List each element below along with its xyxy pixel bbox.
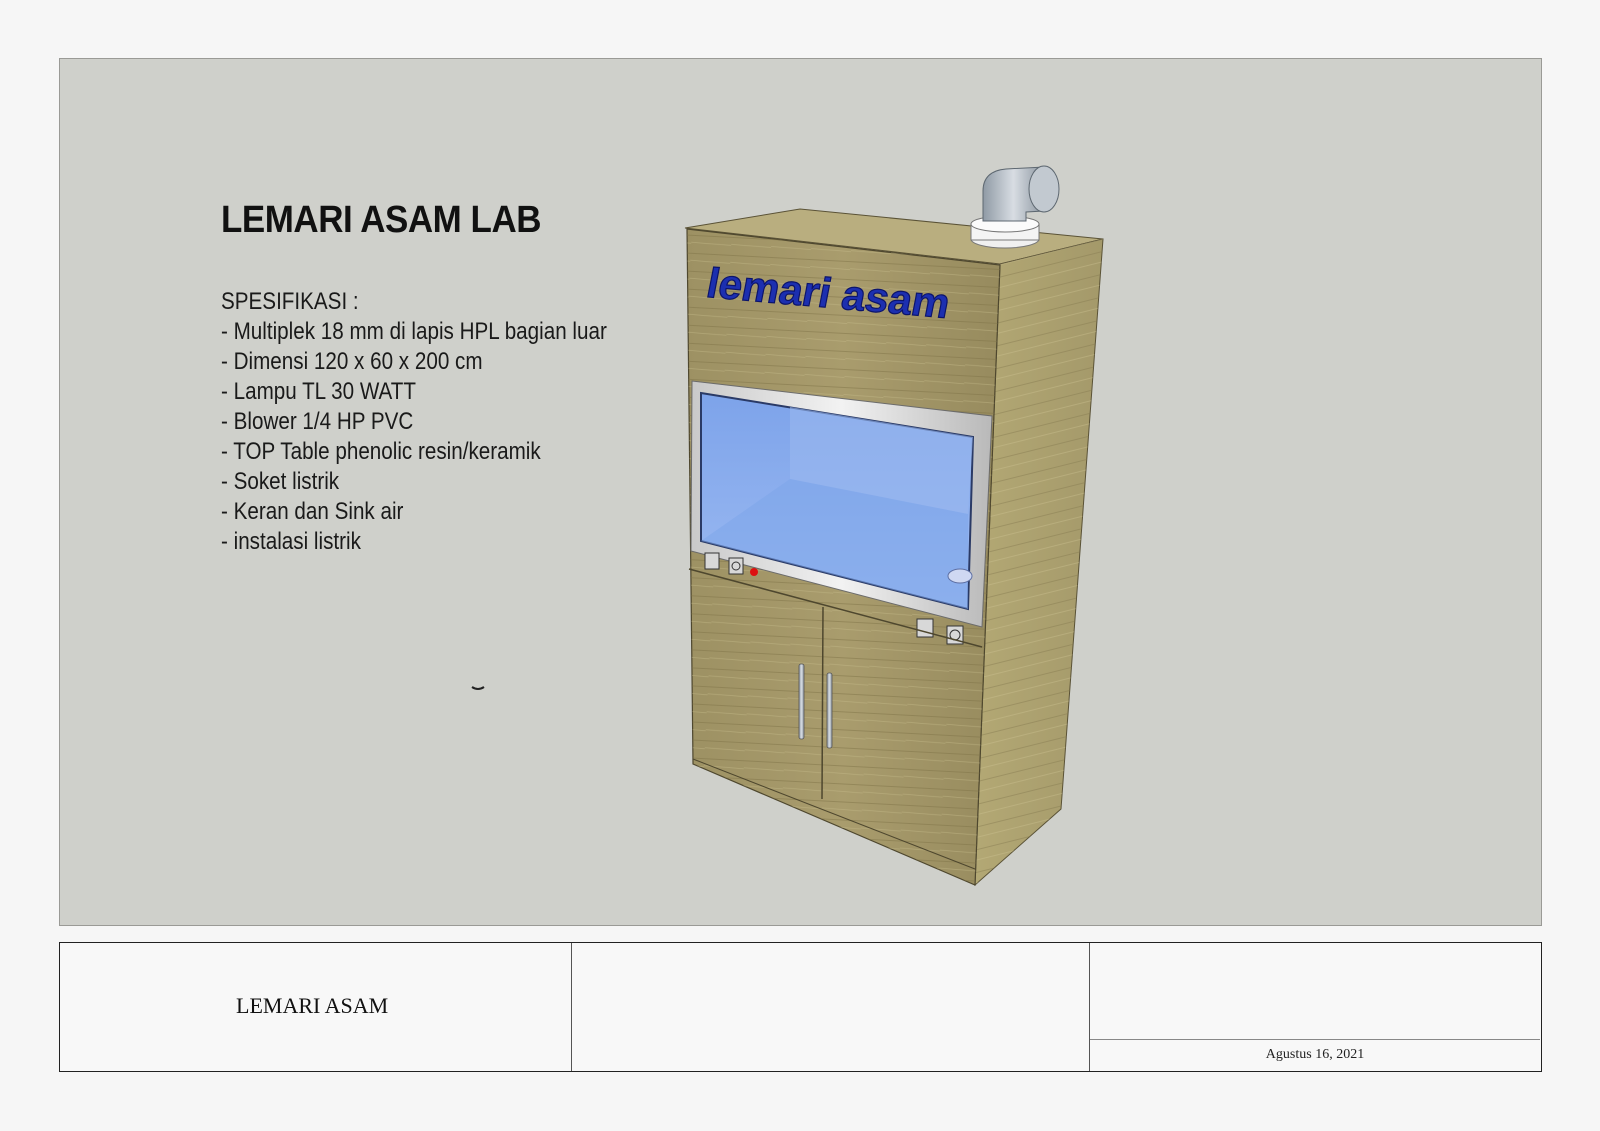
title-block-info-cell: Agustus 16, 2021: [1090, 943, 1540, 1071]
stray-mark: [471, 686, 485, 690]
spec-item: - Soket listrik: [221, 468, 340, 495]
spec-item: - Blower 1/4 HP PVC: [221, 408, 414, 435]
page-title: LEMARI ASAM LAB: [221, 199, 542, 241]
date-row: Agustus 16, 2021: [1090, 1039, 1540, 1072]
spec-item: - Lampu TL 30 WATT: [221, 378, 416, 405]
spec-item: - Dimensi 120 x 60 x 200 cm: [221, 348, 483, 375]
title-block-name-cell: LEMARI ASAM: [60, 943, 572, 1071]
title-block: LEMARI ASAM Agustus 16, 2021: [59, 942, 1542, 1072]
spec-item: - Multiplek 18 mm di lapis HPL bagian lu…: [221, 318, 607, 345]
drawing-viewport: lemari asam LEMARI ASAM LAB SPESIFIKASI …: [59, 58, 1542, 926]
spec-item: - Keran dan Sink air: [221, 498, 404, 525]
title-block-middle-cell: [572, 943, 1090, 1071]
drawing-date: Agustus 16, 2021: [1265, 1047, 1365, 1062]
spec-item: - TOP Table phenolic resin/keramik: [221, 438, 541, 465]
spec-heading: SPESIFIKASI :: [221, 288, 359, 315]
spec-item: - instalasi listrik: [221, 528, 361, 555]
drawing-name: LEMARI ASAM: [236, 993, 389, 1018]
specification-list: SPESIFIKASI : - Multiplek 18 mm di lapis…: [221, 287, 607, 557]
